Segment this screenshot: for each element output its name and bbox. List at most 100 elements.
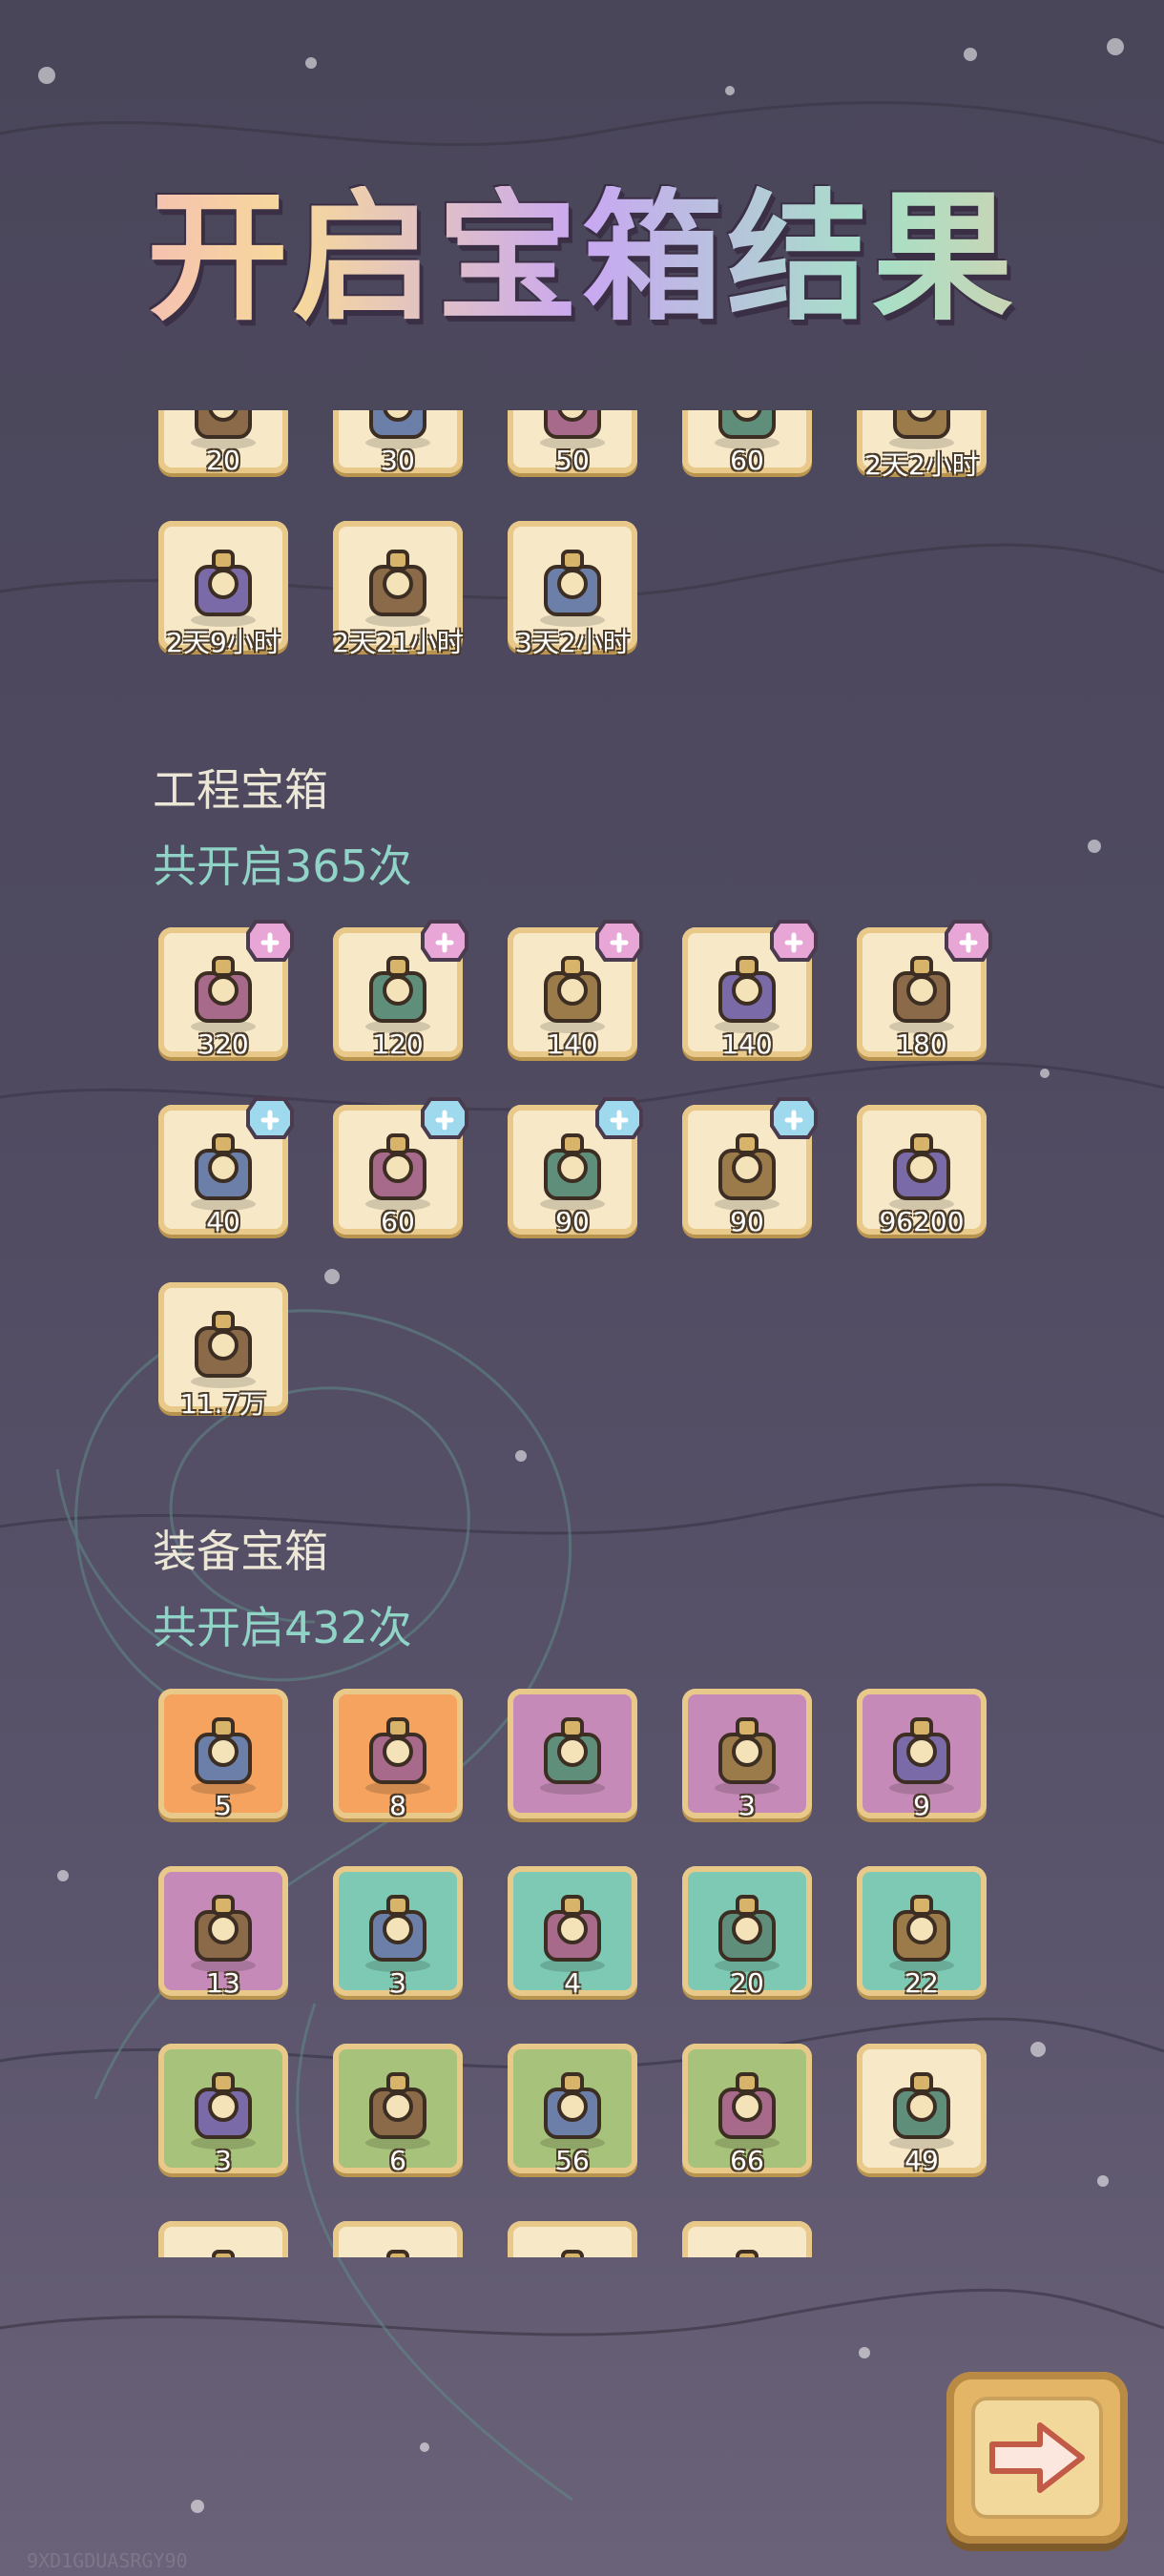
reward-item[interactable]: 3	[158, 2044, 288, 2176]
upgrade-badge-icon	[421, 920, 468, 962]
item-icon	[212, 2250, 235, 2257]
reward-item[interactable]: 120	[333, 920, 468, 1060]
reward-count: 40	[206, 1206, 240, 1237]
reward-item[interactable]: 49	[857, 2044, 987, 2176]
ruby-pendant-icon	[715, 1895, 779, 1972]
reward-item[interactable]: 90	[682, 1097, 818, 1237]
reward-item[interactable]	[682, 2221, 812, 2257]
upgrade-badge-icon	[595, 1097, 643, 1139]
section-title: 装备宝箱	[153, 1526, 328, 1577]
reward-item[interactable]: 90	[508, 1097, 643, 1237]
reward-item[interactable]: 56	[508, 2044, 637, 2176]
reward-item[interactable]: 60	[333, 1097, 468, 1237]
reward-item[interactable]: 320	[158, 920, 294, 1060]
item-row: 13 3 4 20 22	[158, 1866, 1036, 2019]
dragon-ring-icon	[540, 1717, 605, 1795]
black-pearl-icon	[540, 2072, 605, 2150]
reward-item[interactable]	[158, 2221, 288, 2257]
reward-item[interactable]	[508, 2221, 637, 2257]
reward-item[interactable]: 11.7万	[158, 1282, 288, 1420]
reward-item[interactable]: 22	[857, 1866, 987, 1999]
item-row	[158, 2221, 1036, 2257]
reward-item[interactable]	[508, 1689, 637, 1818]
reward-item[interactable]: 140	[508, 920, 643, 1060]
green-gem-ring-icon	[365, 1895, 430, 1972]
white-pearl-icon	[715, 2072, 779, 2150]
reward-card	[333, 2221, 463, 2257]
reward-item[interactable]: 96200	[857, 1105, 987, 1237]
ring-icon	[365, 1717, 430, 1795]
reward-count: 20	[206, 445, 240, 476]
item-row: 11.7万	[158, 1282, 1036, 1435]
item-row: 20 30 50 60 2天2小时	[158, 410, 1036, 496]
reward-count: 66	[730, 2145, 764, 2176]
molecule-icon	[191, 550, 256, 627]
feather-brooch-icon	[191, 1717, 256, 1795]
right-arrow-icon	[989, 2422, 1085, 2493]
snail-flask-icon	[540, 550, 605, 627]
reward-item[interactable]: 3	[333, 1866, 463, 1999]
reward-card	[682, 2221, 812, 2257]
reward-count: 9	[913, 1790, 930, 1821]
upgrade-badge-icon	[945, 920, 992, 962]
reward-item[interactable]: 60	[682, 410, 812, 476]
flower-crown-icon	[889, 2072, 954, 2150]
reward-item[interactable]: 3	[682, 1689, 812, 1821]
reward-item[interactable]: 9	[857, 1689, 987, 1821]
section-open-count: 共开启365次	[153, 841, 412, 892]
reward-item[interactable]: 2天21小时	[332, 521, 464, 658]
reward-item[interactable]: 50	[508, 410, 637, 476]
next-button[interactable]	[946, 2372, 1128, 2544]
reward-count: 320	[197, 1028, 249, 1060]
reward-card	[508, 1689, 637, 1818]
page-title: 开启宝箱结果	[0, 186, 1164, 329]
flower-ring-icon	[191, 2072, 256, 2150]
reward-item[interactable]: 40	[158, 1097, 294, 1237]
item-row: 2天9小时 2天21小时 3天2小时	[158, 521, 1036, 674]
reward-item[interactable]: 30	[333, 410, 463, 476]
reward-count: 30	[381, 445, 415, 476]
reward-count: 140	[721, 1028, 773, 1060]
upgrade-badge-icon	[770, 1097, 818, 1139]
reward-item[interactable]: 13	[158, 1866, 288, 1999]
reward-count: 180	[896, 1028, 947, 1060]
reward-count: 140	[547, 1028, 598, 1060]
tag-amulet-icon	[889, 1717, 954, 1795]
section-open-count: 共开启432次	[153, 1602, 412, 1653]
reward-item[interactable]: 8	[333, 1689, 463, 1821]
reward-item[interactable]: 20	[158, 410, 288, 476]
hourglass-icon	[365, 550, 430, 627]
reward-item[interactable]: 3天2小时	[508, 521, 637, 658]
reward-count: 3	[215, 2145, 232, 2176]
reward-item[interactable]: 66	[682, 2044, 812, 2176]
results-scroll-area[interactable]: 20 30 50 60 2天2小时 2天9小时 2天21小时 3天2小时 工程宝箱 共开启365次…	[0, 410, 1164, 2257]
watermark: 9XD1GDUASRGY90	[27, 2549, 188, 2572]
reward-item[interactable]: 5	[158, 1689, 288, 1821]
reward-count: 4	[564, 1967, 581, 1999]
upgrade-badge-icon	[421, 1097, 468, 1139]
item-row: 40 60 90 90 96200	[158, 1097, 1036, 1257]
item-row: 5 8 3 9	[158, 1689, 1036, 1841]
wood-logs-icon	[191, 1311, 256, 1388]
reward-count: 3	[738, 1790, 756, 1821]
item-row: 320 120 140 140 180	[158, 920, 1036, 1080]
reward-item[interactable]: 180	[857, 920, 992, 1060]
reward-item[interactable]: 2天9小时	[158, 521, 288, 658]
reward-count: 96200	[879, 1206, 965, 1237]
upgrade-badge-icon	[246, 920, 294, 962]
reward-item[interactable]: 4	[508, 1866, 637, 1999]
sapphire-pendant-icon	[889, 1895, 954, 1972]
reward-count: 3	[389, 1967, 406, 1999]
reward-card	[158, 2221, 288, 2257]
reward-count: 60	[381, 1206, 415, 1237]
reward-count: 56	[555, 2145, 590, 2176]
item-icon	[386, 2250, 409, 2257]
reward-item[interactable]	[333, 2221, 463, 2257]
reward-item[interactable]: 6	[333, 2044, 463, 2176]
reward-count: 49	[904, 2145, 939, 2176]
reward-item[interactable]: 20	[682, 1866, 812, 1999]
reward-count: 90	[730, 1206, 764, 1237]
stone-icon	[889, 1133, 954, 1211]
reward-item[interactable]: 2天2小时	[857, 410, 987, 481]
reward-item[interactable]: 140	[682, 920, 818, 1060]
